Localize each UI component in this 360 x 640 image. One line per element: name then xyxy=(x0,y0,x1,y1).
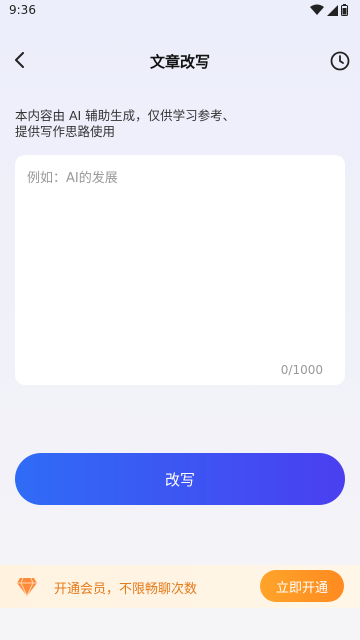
clock-icon xyxy=(330,51,350,71)
diamond-icon xyxy=(17,577,37,597)
editor-card: 0/1000 xyxy=(15,155,345,385)
signal-icon xyxy=(327,4,338,16)
history-button[interactable] xyxy=(328,49,352,73)
vip-promo-text: 开通会员，不限畅聊次数 xyxy=(54,582,198,597)
page-title: 文章改写 xyxy=(149,53,210,71)
vip-banner: 开通会员，不限畅聊次数 立即开通 xyxy=(0,565,360,608)
rewrite-button[interactable]: 改写 xyxy=(15,453,345,505)
status-time: 9:36 xyxy=(9,3,36,17)
char-counter: 0/1000 xyxy=(280,363,323,377)
article-input[interactable] xyxy=(25,165,337,349)
header: 文章改写 xyxy=(0,40,360,82)
battery-icon xyxy=(341,4,348,16)
wifi-icon xyxy=(310,4,324,15)
status-bar: 9:36 xyxy=(0,0,360,22)
open-vip-button[interactable]: 立即开通 xyxy=(260,570,344,602)
ai-notice: 本内容由 AI 辅助生成，仅供学习参考、 提供写作思路使用 xyxy=(15,108,236,139)
status-icons xyxy=(310,4,348,16)
bottom-area xyxy=(0,608,360,640)
